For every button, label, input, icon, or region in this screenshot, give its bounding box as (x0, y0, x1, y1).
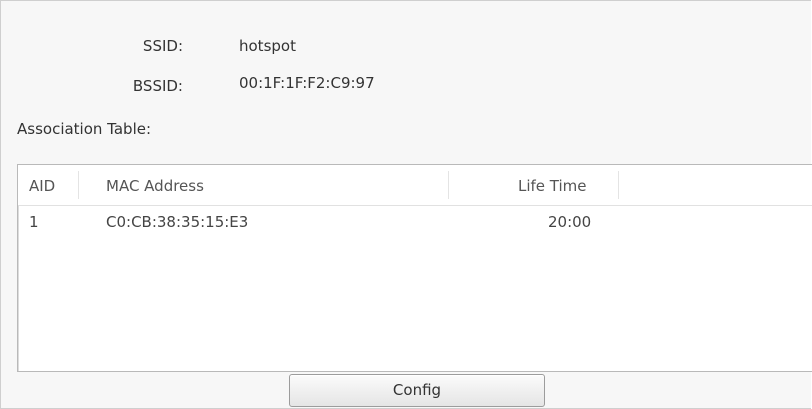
column-divider (448, 171, 449, 199)
row-mac-address: C0:CB:38:35:15:E3 (106, 213, 249, 231)
bssid-label: BSSID: (132, 77, 183, 95)
ssid-value: hotspot (239, 37, 296, 55)
column-header-aid[interactable]: AID (29, 177, 55, 195)
config-button[interactable]: Config (289, 374, 545, 407)
row-aid: 1 (29, 213, 39, 231)
association-table-title: Association Table: (17, 120, 152, 138)
table-header: AID MAC Address Life Time (18, 165, 812, 206)
column-header-life-time[interactable]: Life Time (518, 177, 587, 195)
association-table: AID MAC Address Life Time 1 C0:CB:38:35:… (17, 164, 812, 372)
column-header-mac-address[interactable]: MAC Address (106, 177, 204, 195)
column-divider (618, 171, 619, 199)
ssid-label: SSID: (142, 37, 183, 55)
wireless-status-panel: SSID: hotspot BSSID: 00:1F:1F:F2:C9:97 A… (0, 0, 812, 409)
bssid-value: 00:1F:1F:F2:C9:97 (239, 74, 375, 92)
row-life-time: 20:00 (548, 213, 592, 231)
column-divider (78, 171, 79, 199)
